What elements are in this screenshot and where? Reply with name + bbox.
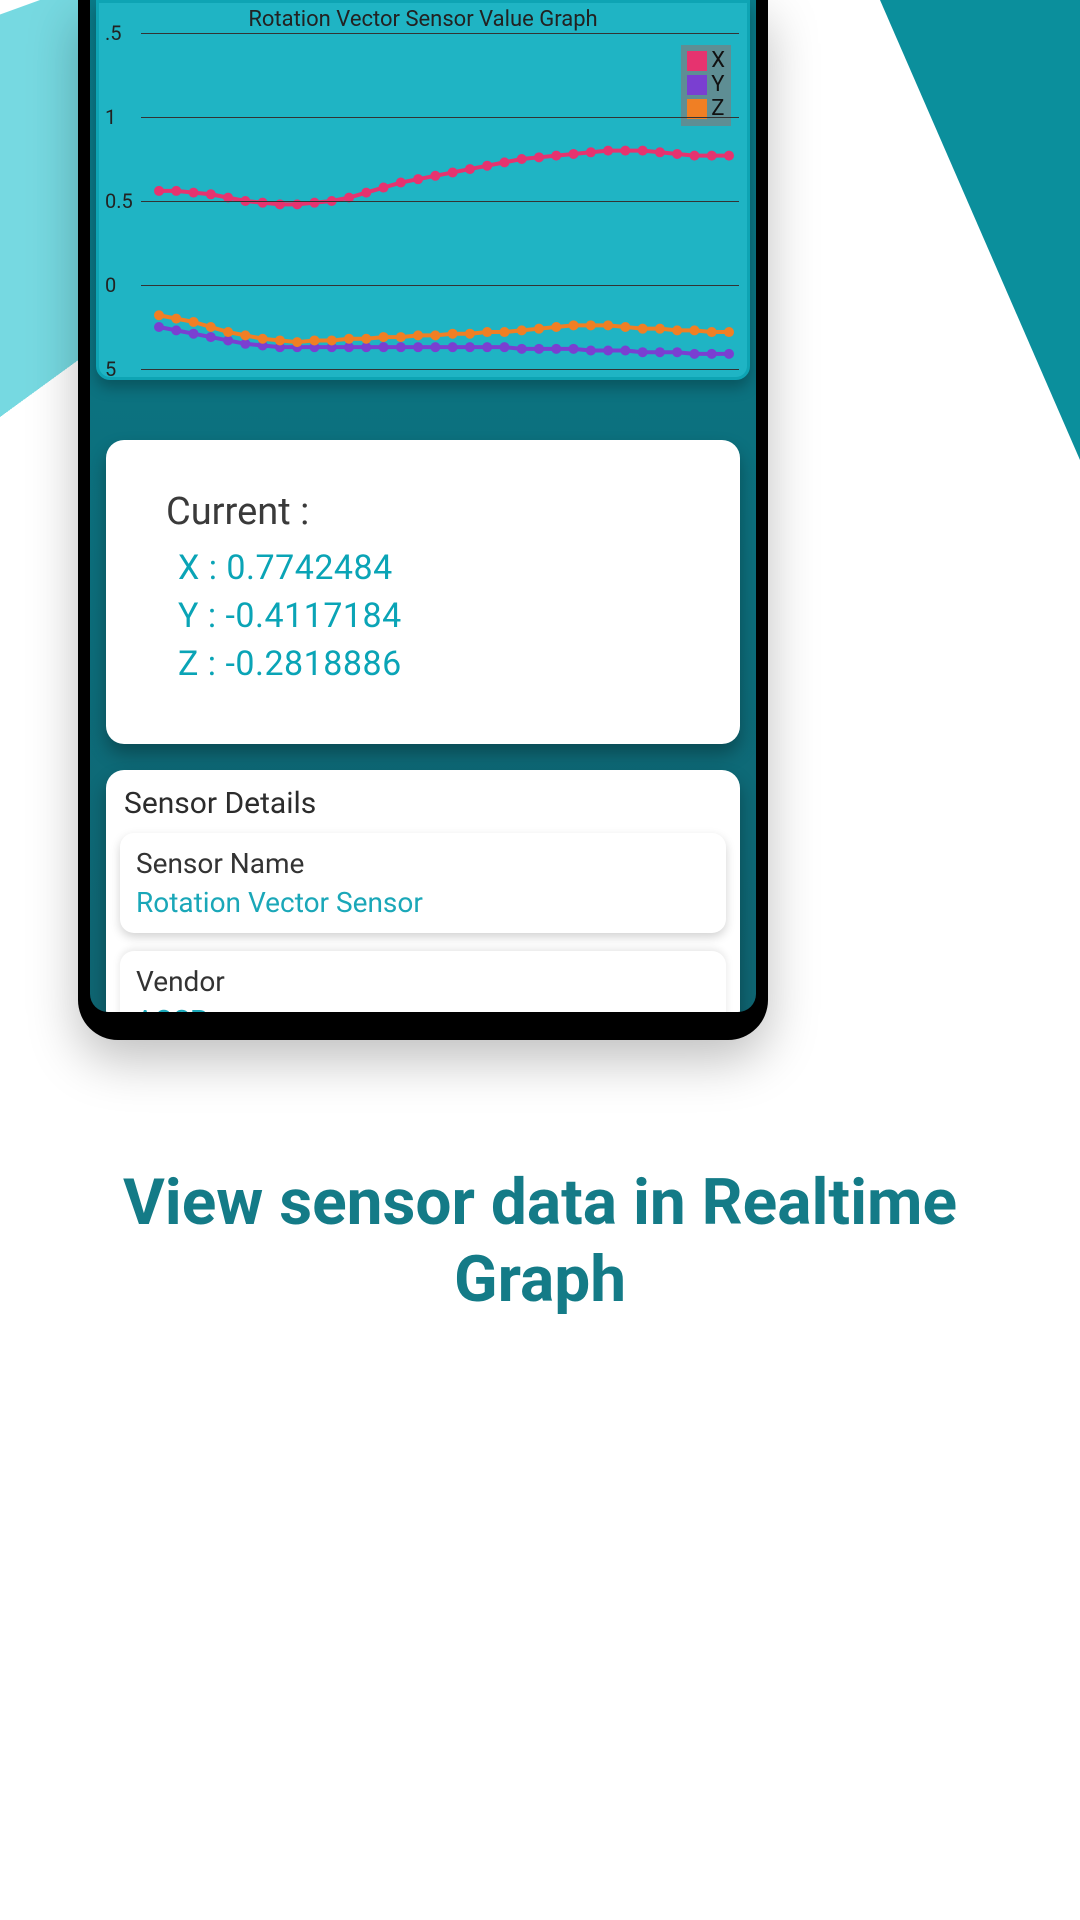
chart-y-tick: 0.5 [105, 189, 133, 213]
chart-y-tick: 0 [105, 273, 116, 297]
phone-screen: Rotation Vector Sensor Value Graph X Y Z… [90, 0, 756, 1012]
chart-body[interactable]: X Y Z .510.505 [119, 33, 739, 369]
chart-gridline [141, 369, 739, 370]
sensor-details-card: Sensor Details Sensor Name Rotation Vect… [106, 770, 740, 1012]
detail-label: Sensor Name [136, 847, 710, 880]
detail-value: AOSP [136, 1004, 710, 1012]
legend-swatch-x [687, 51, 707, 71]
sensor-details-heading: Sensor Details [124, 786, 726, 821]
phone-frame: Rotation Vector Sensor Value Graph X Y Z… [78, 0, 768, 1040]
legend-label-x: X [711, 49, 725, 73]
bg-decoration [880, 0, 1080, 460]
promo-caption: View sensor data in Realtime Graph [0, 1165, 1080, 1319]
legend-label-y: Y [711, 73, 724, 97]
chart-y-tick: 5 [105, 357, 116, 381]
chart-gridline [141, 117, 739, 118]
current-z-value: Z : -0.2818886 [178, 644, 680, 684]
detail-row-vendor[interactable]: Vendor AOSP [120, 951, 726, 1012]
chart-gridline [141, 201, 739, 202]
current-heading: Current : [166, 490, 680, 534]
home-indicator[interactable] [358, 997, 488, 1002]
current-x-value: X : 0.7742484 [178, 548, 680, 588]
chart-y-tick: .5 [105, 21, 122, 45]
chart-card: Rotation Vector Sensor Value Graph X Y Z… [96, 0, 750, 380]
detail-label: Vendor [136, 965, 710, 998]
chart-y-tick: 1 [105, 105, 116, 129]
current-y-value: Y : -0.4117184 [178, 596, 680, 636]
detail-value: Rotation Vector Sensor [136, 886, 710, 919]
chart-gridline [141, 33, 739, 34]
detail-row-sensor-name[interactable]: Sensor Name Rotation Vector Sensor [120, 833, 726, 933]
legend-swatch-y [687, 75, 707, 95]
current-values-card: Current : X : 0.7742484 Y : -0.4117184 Z… [106, 440, 740, 744]
chart-legend: X Y Z [681, 45, 731, 126]
chart-title: Rotation Vector Sensor Value Graph [99, 3, 747, 34]
chart-gridline [141, 285, 739, 286]
